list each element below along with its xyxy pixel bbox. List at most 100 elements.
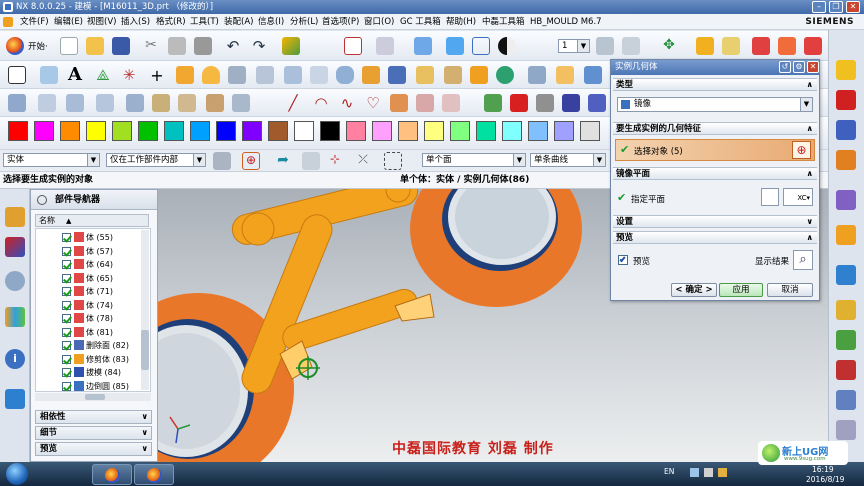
color-swatch[interactable] [86, 121, 106, 141]
minimize-button[interactable]: – [812, 1, 826, 13]
trim-body-icon[interactable] [470, 66, 488, 84]
menu-file[interactable]: 文件(F) [20, 14, 49, 30]
color-swatch[interactable] [112, 121, 132, 141]
tree-row-checkbox[interactable] [62, 381, 71, 391]
network-icon[interactable] [690, 468, 699, 477]
bounded-plane-icon[interactable] [66, 94, 84, 112]
undo-icon[interactable]: ↶ [224, 37, 242, 55]
fit-view-icon[interactable] [344, 37, 362, 55]
filter-settings-icon[interactable] [213, 152, 231, 170]
gray-cube-icon[interactable] [536, 94, 554, 112]
type-select[interactable]: 镜像 ▼ [617, 97, 813, 112]
tree-row[interactable]: 体 (81) [62, 326, 150, 339]
menu-preferences[interactable]: 首选项(P) [322, 14, 359, 30]
color-swatch[interactable] [398, 121, 418, 141]
color-swatch[interactable] [580, 121, 600, 141]
styled-blend-icon[interactable] [178, 94, 196, 112]
tree-row[interactable]: 拔模 (84) [62, 366, 150, 379]
color-swatch[interactable] [294, 121, 314, 141]
menu-tools[interactable]: 工具(T) [190, 14, 219, 30]
styled-sweep-icon[interactable] [206, 94, 224, 112]
document-icon[interactable] [3, 17, 13, 27]
spline-icon[interactable]: ∿ [338, 94, 356, 112]
tree-row-checkbox[interactable] [62, 314, 71, 323]
preview-panel[interactable]: 预览 ∨ [35, 442, 152, 456]
restore-button[interactable]: ❐ [829, 1, 843, 13]
navigator-column-header[interactable]: 名称 ▲ [35, 214, 149, 227]
plane-dialog-icon[interactable] [761, 188, 779, 206]
analysis-icon[interactable] [696, 37, 714, 55]
mould-base-icon[interactable] [836, 90, 856, 110]
edge-blend-icon[interactable] [584, 66, 602, 84]
menu-hb-mould[interactable]: HB_MOULD M6.7 [530, 14, 602, 30]
geometry-section-header[interactable]: 要生成实例的几何特征 ∧ [613, 122, 817, 135]
tree-row[interactable]: 修剪体 (83) [62, 353, 150, 366]
tree-row-checkbox[interactable] [62, 246, 71, 256]
block-icon[interactable] [362, 66, 380, 84]
menu-insert[interactable]: 插入(S) [121, 14, 150, 30]
reuse-library-icon[interactable] [5, 307, 25, 327]
rectangle-select-icon[interactable] [384, 152, 402, 170]
cross-part[interactable] [229, 189, 421, 398]
settings-section-header[interactable]: 设置 ∨ [613, 215, 817, 228]
tree-row[interactable]: 删除面 (82) [62, 339, 150, 352]
tree-row-checkbox[interactable] [62, 341, 71, 350]
details-panel[interactable]: 细节 ∨ [35, 426, 152, 440]
ejector-pin-icon[interactable] [836, 150, 856, 170]
preview-section-header[interactable]: 预览 ∧ [613, 231, 817, 244]
pin-icon[interactable] [37, 195, 47, 205]
tree-row-checkbox[interactable] [62, 273, 71, 283]
drawing-icon[interactable] [836, 360, 856, 380]
red-cube-icon[interactable] [510, 94, 528, 112]
constraint-navigator-icon[interactable] [5, 237, 25, 257]
color-swatch[interactable] [190, 121, 210, 141]
pattern-icon[interactable] [416, 66, 434, 84]
ime-indicator[interactable]: EN [664, 467, 674, 476]
shaded-view-icon[interactable] [414, 37, 432, 55]
line-icon[interactable]: ╱ [284, 94, 302, 112]
measure-icon[interactable] [722, 37, 740, 55]
tree-row[interactable]: 体 (57) [62, 245, 150, 258]
layer-settings-icon[interactable] [596, 37, 614, 55]
face-rule-select[interactable]: 单个面 ▼ [422, 153, 526, 167]
tree-row[interactable]: 体 (71) [62, 285, 150, 298]
redo-icon[interactable]: ↷ [250, 37, 268, 55]
cut-icon[interactable]: ✂ [142, 37, 160, 55]
bom-icon[interactable] [836, 330, 856, 350]
dependencies-panel[interactable]: 相依性 ∨ [35, 410, 152, 424]
menu-format[interactable]: 格式(R) [156, 14, 186, 30]
crosshair-select-icon[interactable]: ⊕ [792, 141, 811, 159]
work-layer-select[interactable]: 1 ▼ [558, 39, 590, 53]
ring-right[interactable] [410, 189, 582, 307]
iso-view-icon[interactable] [446, 37, 464, 55]
preview-checkbox[interactable] [618, 255, 628, 265]
type-section-header[interactable]: 类型 ∧ [613, 78, 817, 91]
cooling-icon[interactable] [836, 225, 856, 245]
face-icon[interactable] [38, 94, 56, 112]
tree-row[interactable]: 体 (78) [62, 312, 150, 325]
offset-face-icon[interactable] [528, 66, 546, 84]
mould-wizard-icon[interactable] [836, 60, 856, 80]
curve-rule-select[interactable]: 单条曲线 ▼ [530, 153, 606, 167]
wcs-icon[interactable] [282, 37, 300, 55]
studio-surface-icon[interactable] [126, 94, 144, 112]
surface-icon[interactable] [8, 94, 26, 112]
tree-row[interactable]: 体 (64) [62, 258, 150, 271]
color-swatch[interactable] [164, 121, 184, 141]
taskbar-nx-app[interactable] [92, 464, 132, 485]
mould-split-icon[interactable] [778, 37, 796, 55]
view-manager-icon[interactable] [836, 390, 856, 410]
cancel-button[interactable]: 取消 [767, 283, 813, 297]
navigator-scrollbar[interactable] [141, 230, 149, 390]
color-swatch[interactable] [138, 121, 158, 141]
tree-row[interactable]: 体 (55) [62, 231, 150, 244]
tree-row[interactable]: 体 (65) [62, 272, 150, 285]
cylinder-icon[interactable] [336, 66, 354, 84]
color-swatch[interactable] [60, 121, 80, 141]
snap-point-icon[interactable]: ⊕ [242, 152, 260, 170]
text-icon[interactable]: A [66, 64, 84, 85]
scrollbar-thumb[interactable] [141, 330, 149, 370]
mirror-plane-section-header[interactable]: 镜像平面 ∧ [613, 167, 817, 180]
tree-row-checkbox[interactable] [62, 327, 71, 337]
move-object-icon[interactable]: ✥ [660, 37, 678, 55]
